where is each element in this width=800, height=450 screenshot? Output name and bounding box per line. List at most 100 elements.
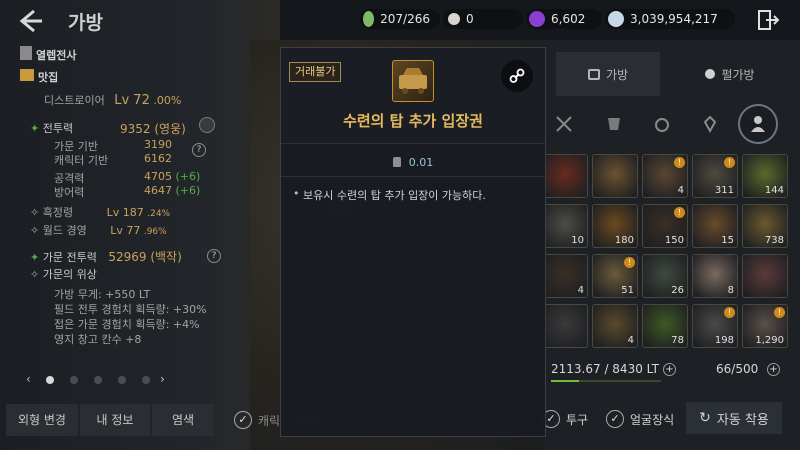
inventory-slot[interactable]: ! 311 — [692, 154, 738, 198]
item-count: 4 — [577, 285, 584, 296]
inventory-slot[interactable]: 180 — [592, 204, 638, 248]
back-arrow-icon[interactable] — [14, 6, 44, 36]
helmet-toggle[interactable]: ✓ 투구 — [542, 404, 588, 434]
char-base-label: 캐릭터 기반 — [54, 154, 109, 167]
family-help-icon[interactable]: ? — [207, 249, 221, 263]
world-row: ✧ 월드 경영 Lv 77 .96% — [30, 224, 167, 237]
capacity-plus-icon[interactable]: + — [767, 363, 780, 376]
inventory-slot[interactable]: 10 — [542, 204, 588, 248]
inventory-slot[interactable]: ! 198 — [692, 304, 738, 348]
tab-pearl-bag-label: 펄가방 — [721, 67, 755, 82]
pearl-icon — [448, 13, 460, 25]
page-title: 가방 — [68, 12, 103, 34]
family-name: 열렙전사 — [20, 46, 76, 63]
inventory-slot[interactable] — [542, 304, 588, 348]
inventory-slot[interactable]: 738 — [742, 204, 788, 248]
combat-power-value: 9352 (영웅) — [120, 122, 186, 136]
item-count: 198 — [714, 335, 734, 346]
inventory-slot[interactable]: 4 — [592, 304, 638, 348]
appearance-change-button[interactable]: 외형 변경 — [6, 404, 78, 436]
tab-bag-label: 가방 — [605, 67, 629, 82]
item-count: 150 — [664, 235, 684, 246]
combat-help-icon[interactable]: ? — [192, 143, 206, 157]
auto-equip-button[interactable]: ↻ 자동 착용 — [686, 402, 782, 434]
dye-button[interactable]: 염색 — [152, 404, 214, 436]
item-name: 수련의 탑 추가 입장권 — [343, 112, 483, 130]
inventory-slot[interactable]: 26 — [642, 254, 688, 298]
bag-icon — [587, 68, 600, 80]
pager-dot[interactable] — [94, 376, 102, 384]
energy-value: 207/266 — [380, 12, 430, 26]
pearl-value: 0 — [466, 12, 474, 26]
weight-bar-fill — [551, 380, 579, 382]
item-count: 144 — [764, 185, 784, 196]
page-indicator: ‹ › — [26, 372, 176, 386]
bag-capacity: 66/500 — [716, 362, 759, 376]
my-info-button[interactable]: 내 정보 — [80, 404, 150, 436]
check-icon: ✓ — [234, 411, 252, 429]
inventory-slot[interactable] — [742, 254, 788, 298]
new-item-badge-icon: ! — [774, 307, 785, 318]
inventory-slot[interactable]: 144 — [742, 154, 788, 198]
tab-bag[interactable]: 가방 — [556, 52, 660, 96]
link-icon[interactable] — [501, 60, 533, 92]
pearl-currency[interactable]: 0 — [443, 9, 523, 29]
inventory-slot[interactable]: 8 — [692, 254, 738, 298]
item-count: 4 — [627, 335, 634, 346]
pager-dot[interactable] — [70, 376, 78, 384]
exit-icon[interactable] — [756, 8, 780, 32]
inventory-slot[interactable]: ! 51 — [592, 254, 638, 298]
item-count: 8 — [727, 285, 734, 296]
item-count: 51 — [621, 285, 634, 296]
tab-pearl-bag[interactable]: 펄가방 — [660, 52, 800, 96]
item-weight: 0.01 — [281, 151, 545, 173]
inventory-slot[interactable]: ! 4 — [642, 154, 688, 198]
family-icon — [20, 46, 32, 60]
item-weight-value: 0.01 — [408, 155, 434, 169]
item-count: 78 — [671, 335, 684, 346]
face-decoration-label: 얼굴장식 — [630, 412, 675, 427]
inventory-slot[interactable] — [592, 154, 638, 198]
item-count: 26 — [671, 285, 684, 296]
misc-category-icon[interactable] — [738, 104, 778, 144]
weapon-category-icon[interactable] — [546, 106, 582, 142]
pager-dot[interactable] — [46, 376, 54, 384]
pearl-bag-icon — [705, 69, 716, 79]
family-cp-row: ✦ 가문 전투력 52969 (백작) — [30, 250, 182, 264]
inventory-slot[interactable]: ! 150 — [642, 204, 688, 248]
pager-prev-icon[interactable]: ‹ — [26, 372, 31, 386]
black-gem-value: 6,602 — [551, 12, 586, 26]
item-count: 10 — [571, 235, 584, 246]
black-gem-currency[interactable]: 6,602 — [526, 9, 602, 29]
accessory-category-icon[interactable] — [644, 106, 680, 142]
inventory-slot[interactable]: ! 1,290 — [742, 304, 788, 348]
item-count: 738 — [764, 235, 784, 246]
rank-badge-icon — [199, 117, 215, 133]
inventory-slot[interactable]: 78 — [642, 304, 688, 348]
family-stat: 접은 가문 경험치 획득량: +4% — [54, 318, 200, 331]
armor-category-icon[interactable] — [596, 106, 632, 142]
item-description: 보유시 수련의 탑 추가 입장이 가능하다. — [293, 187, 533, 203]
refresh-icon: ↻ — [699, 410, 711, 426]
new-item-badge-icon: ! — [724, 157, 735, 168]
pager-dot[interactable] — [118, 376, 126, 384]
weight-plus-icon[interactable]: + — [663, 363, 676, 376]
energy-icon — [363, 11, 375, 27]
silver-value: 3,039,954,217 — [630, 12, 718, 26]
new-item-badge-icon: ! — [674, 207, 685, 218]
top-bar: 가방 207/266 0 6,602 3,039,954,217 — [0, 0, 800, 42]
inventory-slot[interactable] — [542, 154, 588, 198]
inventory-slot[interactable]: 15 — [692, 204, 738, 248]
pager-dot[interactable] — [142, 376, 150, 384]
crystal-category-icon[interactable] — [692, 106, 728, 142]
energy-currency[interactable]: 207/266 — [360, 9, 440, 29]
inventory-slot[interactable]: 4 — [542, 254, 588, 298]
item-count: 180 — [614, 235, 634, 246]
face-decoration-toggle[interactable]: ✓ 얼굴장식 — [606, 404, 674, 434]
pager-next-icon[interactable]: › — [160, 372, 165, 386]
silver-currency[interactable]: 3,039,954,217 — [605, 9, 735, 29]
check-icon: ✓ — [606, 410, 624, 428]
skill-row: ✧ 흑정령 Lv 187 .24% — [30, 206, 171, 219]
new-item-badge-icon: ! — [674, 157, 685, 168]
defense-value: 4647 (+6) — [144, 184, 201, 197]
